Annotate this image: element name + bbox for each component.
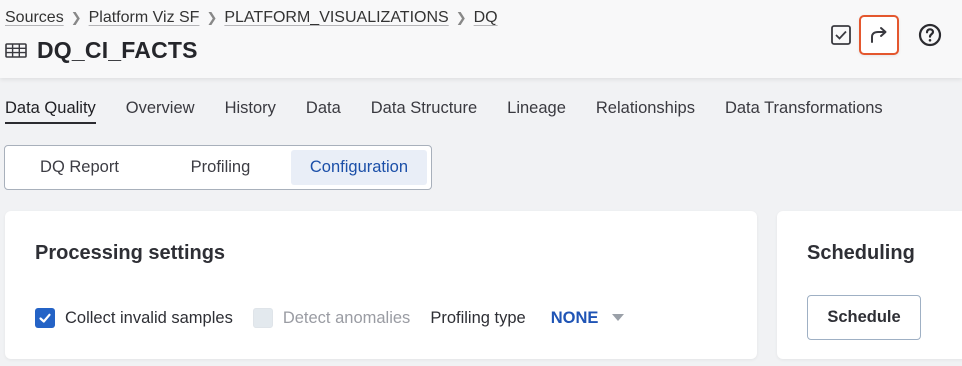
help-circle-icon (918, 23, 942, 47)
tab-data-transformations[interactable]: Data Transformations (725, 99, 883, 124)
caret-down-icon[interactable] (612, 314, 625, 322)
chevron-right-icon: ❯ (455, 10, 467, 25)
processing-settings-card: Processing settings Collect invalid samp… (5, 211, 757, 359)
checkbox-check-icon (831, 25, 851, 45)
collect-invalid-samples-label[interactable]: Collect invalid samples (65, 309, 233, 328)
breadcrumb: Sources ❯ Platform Viz SF ❯ PLATFORM_VIS… (5, 9, 498, 27)
subtab-group: DQ Report Profiling Configuration (4, 145, 432, 190)
profiling-type-select[interactable]: NONE (551, 309, 599, 328)
table-icon (5, 43, 27, 58)
processing-settings-row: Collect invalid samples Detect anomalies… (35, 307, 625, 329)
tab-data[interactable]: Data (306, 99, 341, 124)
chevron-right-icon: ❯ (70, 10, 82, 25)
chevron-right-icon: ❯ (206, 10, 218, 25)
help-button[interactable] (910, 15, 950, 55)
subtab-dq-report[interactable]: DQ Report (9, 150, 150, 185)
profiling-type-label: Profiling type (430, 308, 526, 327)
subtab-configuration[interactable]: Configuration (290, 150, 427, 185)
collect-invalid-samples-checkbox[interactable] (35, 308, 55, 328)
main-tabs: Data Quality Overview History Data Data … (5, 99, 913, 124)
checkbox-check-button[interactable] (821, 15, 861, 55)
breadcrumb-sources[interactable]: Sources (5, 9, 64, 27)
share-arrow-icon (871, 27, 887, 43)
breadcrumb-dq[interactable]: DQ (474, 9, 498, 27)
schedule-button[interactable]: Schedule (807, 295, 921, 340)
scheduling-title: Scheduling (807, 242, 915, 264)
tab-lineage[interactable]: Lineage (507, 99, 566, 124)
breadcrumb-platform-viz-sf[interactable]: Platform Viz SF (89, 9, 200, 27)
tab-relationships[interactable]: Relationships (596, 99, 695, 124)
subtab-profiling[interactable]: Profiling (150, 150, 291, 185)
tab-data-structure[interactable]: Data Structure (371, 99, 477, 124)
share-button[interactable] (859, 15, 899, 55)
breadcrumb-platform-visualizations[interactable]: PLATFORM_VISUALIZATIONS (224, 9, 448, 27)
detect-anomalies-label: Detect anomalies (282, 308, 411, 327)
scheduling-card: Scheduling Schedule (777, 211, 962, 359)
detect-anomalies-checkbox[interactable] (252, 308, 273, 328)
tab-history[interactable]: History (225, 99, 276, 124)
title-row: DQ_CI_FACTS (5, 37, 198, 64)
tab-data-quality[interactable]: Data Quality (5, 99, 96, 124)
page-title: DQ_CI_FACTS (37, 37, 198, 63)
page-header: Sources ❯ Platform Viz SF ❯ PLATFORM_VIS… (0, 0, 962, 78)
tab-overview[interactable]: Overview (126, 99, 195, 124)
checkmark-icon (39, 313, 51, 323)
processing-settings-title: Processing settings (35, 242, 226, 264)
